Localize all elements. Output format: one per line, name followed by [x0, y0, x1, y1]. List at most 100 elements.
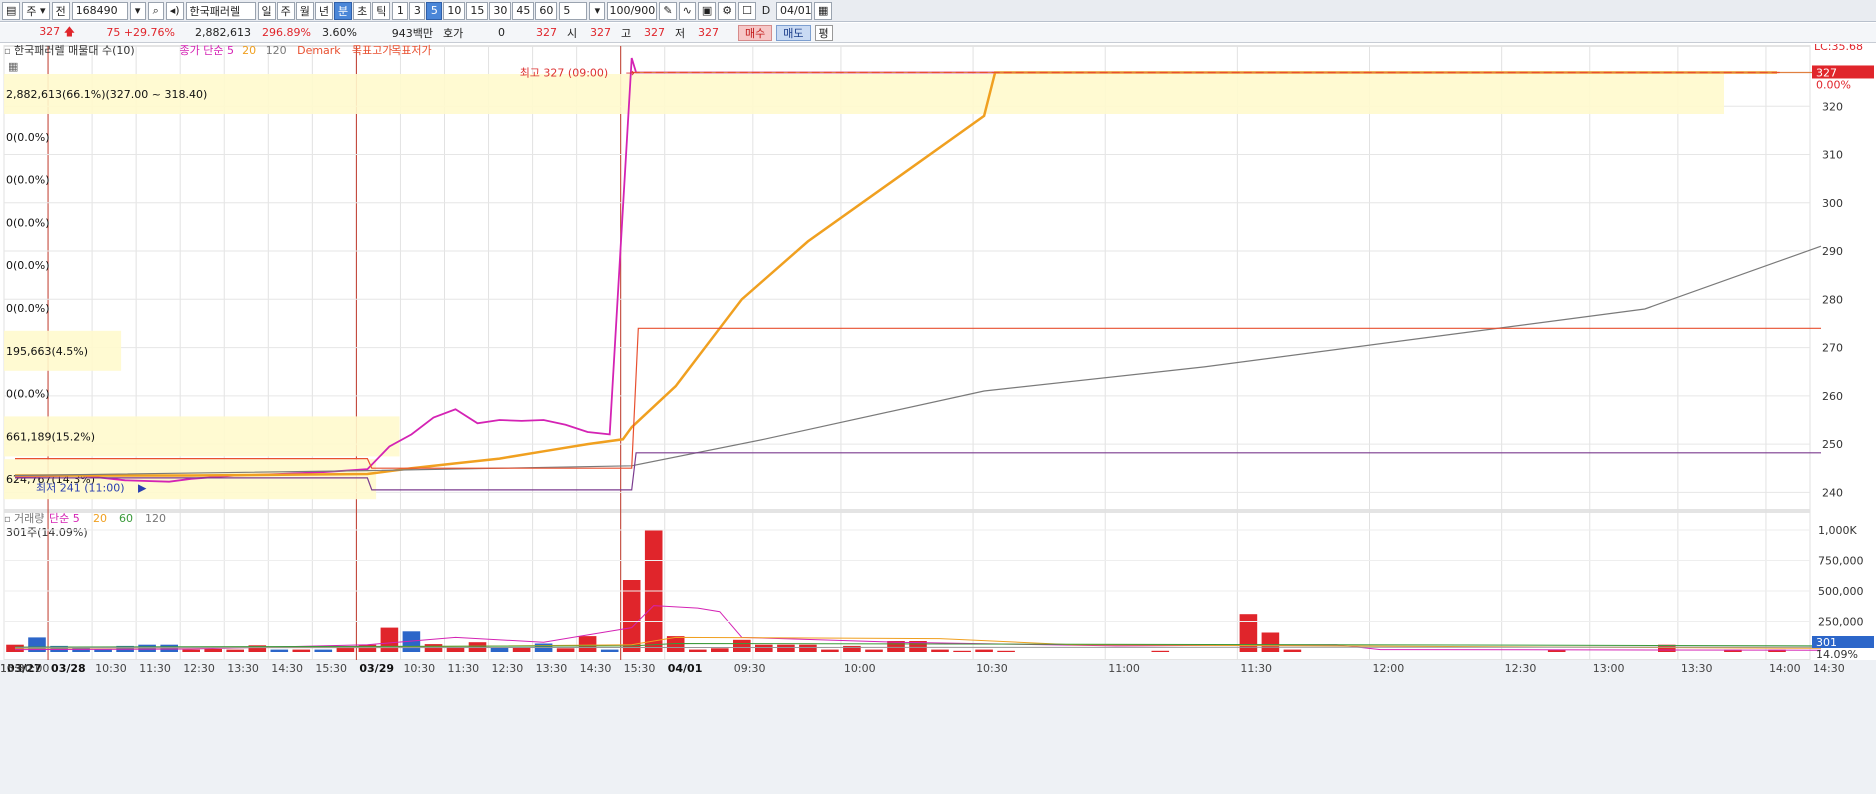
- interval-select[interactable]: 5: [559, 1, 588, 20]
- volume-bar: [843, 645, 861, 652]
- high-arrow-icon: →: [626, 66, 635, 79]
- volume-bar: [733, 639, 751, 652]
- x-tick-label: 12:30: [1505, 662, 1537, 675]
- time-axis: 03/27 03/28 10:30 11:30 12:30 13:30 14:30 15:30…: [0, 660, 1876, 794]
- menu-icon[interactable]: ▤: [2, 1, 21, 20]
- volume: 2,882,613: [195, 26, 251, 39]
- gear-icon[interactable]: ⚙: [718, 1, 737, 20]
- hoga-value: 0: [498, 26, 505, 39]
- interval-button-1[interactable]: 1: [392, 1, 409, 20]
- y-tick-label: 250: [1822, 438, 1843, 451]
- x-tick-label: 15:30: [624, 662, 656, 675]
- interval-button-60[interactable]: 60: [535, 1, 558, 20]
- buy-button[interactable]: 매수: [738, 24, 773, 41]
- price-legend-item[interactable]: 한국패러렐 매물대 수(10): [14, 44, 135, 57]
- date-checkbox[interactable]: ☐: [738, 1, 756, 20]
- x-tick-label: 03/28: [51, 662, 86, 675]
- indicator-icon[interactable]: ∿: [678, 1, 696, 20]
- x-tick-label: 13:30: [1681, 662, 1713, 675]
- volume-ratio: 296.89%: [262, 26, 311, 39]
- interval-dropdown-icon[interactable]: ▾: [589, 1, 606, 20]
- x-tick-label: 13:30: [227, 662, 259, 675]
- open-price: 327: [590, 26, 611, 39]
- interval-button-10[interactable]: 10: [443, 1, 466, 20]
- volume-legend-toggle-icon[interactable]: ▫: [4, 514, 11, 525]
- x-tick-label: 14:30: [271, 662, 303, 675]
- jeon-button[interactable]: 전: [51, 1, 70, 20]
- interval-button-5[interactable]: 5: [426, 1, 443, 20]
- volume-bar: [358, 644, 377, 652]
- period-button-3[interactable]: 년: [314, 1, 334, 20]
- layout-icon[interactable]: ▦: [8, 60, 18, 73]
- flat-button[interactable]: 평: [814, 24, 833, 41]
- volume-profile-label: 2,882,613(66.1%)(327.00 ~ 318.40): [6, 88, 207, 101]
- period-button-5[interactable]: 초: [353, 1, 372, 20]
- period-button-4[interactable]: 분: [334, 1, 353, 20]
- change-value: 75: [106, 26, 121, 39]
- price-legend-toggle-icon[interactable]: ▫: [4, 46, 11, 57]
- volume-legend-item[interactable]: 20: [93, 512, 107, 525]
- y-tick-label: 300: [1822, 197, 1843, 210]
- period-button-6[interactable]: 틱: [372, 1, 391, 20]
- period-button-2[interactable]: 월: [295, 1, 314, 20]
- interval-button-3[interactable]: 3: [409, 1, 426, 20]
- code-input[interactable]: 168490: [71, 1, 128, 20]
- period-type-select[interactable]: 주 ▾: [22, 1, 50, 20]
- low-label: 저: [675, 26, 686, 40]
- y-tick-label: 320: [1822, 100, 1843, 113]
- tools-icon[interactable]: ✎: [659, 1, 677, 20]
- x-tick-label: 04/01: [668, 662, 703, 675]
- code-dropdown-icon[interactable]: ▾: [129, 1, 146, 20]
- volume-profile-label: 195,663(4.5%): [6, 345, 88, 358]
- volume-bar: [270, 649, 289, 652]
- volume-bar: [160, 644, 178, 652]
- volume-bar: [292, 649, 311, 652]
- price-chart[interactable]: 2,882,613(66.1%)(327.00 ~ 318.40) 0(0.0%)…: [0, 44, 1876, 794]
- x-tick-label: 14:30: [1813, 662, 1845, 675]
- save-icon[interactable]: ▣: [697, 1, 717, 20]
- search-icon[interactable]: ⌕: [147, 1, 164, 20]
- low-arrow-icon: ▶: [138, 482, 147, 495]
- interval-button-15[interactable]: 15: [466, 1, 489, 20]
- change: 75 +29.76%: [80, 26, 180, 39]
- volume-tick-label: 1,000K: [1818, 524, 1857, 537]
- y-tick-label: 240: [1822, 486, 1843, 499]
- price-legend-item[interactable]: 20: [242, 44, 256, 57]
- x-tick-label: 11:30: [447, 662, 479, 675]
- lc-label: LC:35.68: [1814, 44, 1863, 53]
- price-legend-item[interactable]: 목표저가: [391, 44, 431, 57]
- volume-bar: [975, 649, 993, 652]
- interval-button-30[interactable]: 30: [489, 1, 512, 20]
- stock-name[interactable]: 한국패러렐: [185, 1, 256, 20]
- volume-legend-item[interactable]: 120: [145, 512, 166, 525]
- count-input[interactable]: 100/900: [607, 1, 658, 20]
- period-button-1[interactable]: 주: [276, 1, 295, 20]
- speaker-icon[interactable]: ◂): [165, 1, 184, 20]
- low-annotation: 최저 241 (11:00): [36, 482, 125, 495]
- x-tick-label: 12:30: [492, 662, 524, 675]
- volume-last-pct: 14.09%: [1816, 648, 1858, 661]
- chart-window: ▤ 주 ▾ 전 168490 ▾ ⌕ ◂) 한국패러렐 일주월년분초틱 1351…: [0, 0, 1876, 794]
- volume-legend-item[interactable]: 거래량: [14, 512, 44, 525]
- interval-button-45[interactable]: 45: [512, 1, 535, 20]
- volume-bar: [689, 649, 707, 652]
- x-tick-label: 13:00: [1593, 662, 1625, 675]
- sell-button[interactable]: 매도: [776, 24, 811, 41]
- price-legend-item[interactable]: 종가 단순 5: [180, 44, 234, 57]
- price-legend-item[interactable]: Demark: [297, 44, 341, 57]
- volume-bar: [777, 644, 795, 652]
- date-input[interactable]: 04/01: [775, 1, 812, 20]
- calendar-icon[interactable]: ▦: [813, 1, 833, 20]
- volume-legend-item[interactable]: 60: [119, 512, 133, 525]
- price-legend-item[interactable]: 목표고가: [352, 44, 392, 57]
- volume-legend-item[interactable]: 단순 5: [49, 512, 80, 525]
- volume-bar: [711, 648, 729, 652]
- y-tick-label: 260: [1822, 390, 1843, 403]
- x-tick-label: 11:00: [1108, 662, 1140, 675]
- price-legend-item[interactable]: 120: [266, 44, 287, 57]
- period-button-0[interactable]: 일: [257, 1, 276, 20]
- date-value: 04/01: [779, 4, 812, 17]
- high-annotation: 최고 327 (09:00): [520, 66, 609, 79]
- current-price: 327 🡅: [0, 23, 80, 42]
- volume-bar: [821, 649, 839, 652]
